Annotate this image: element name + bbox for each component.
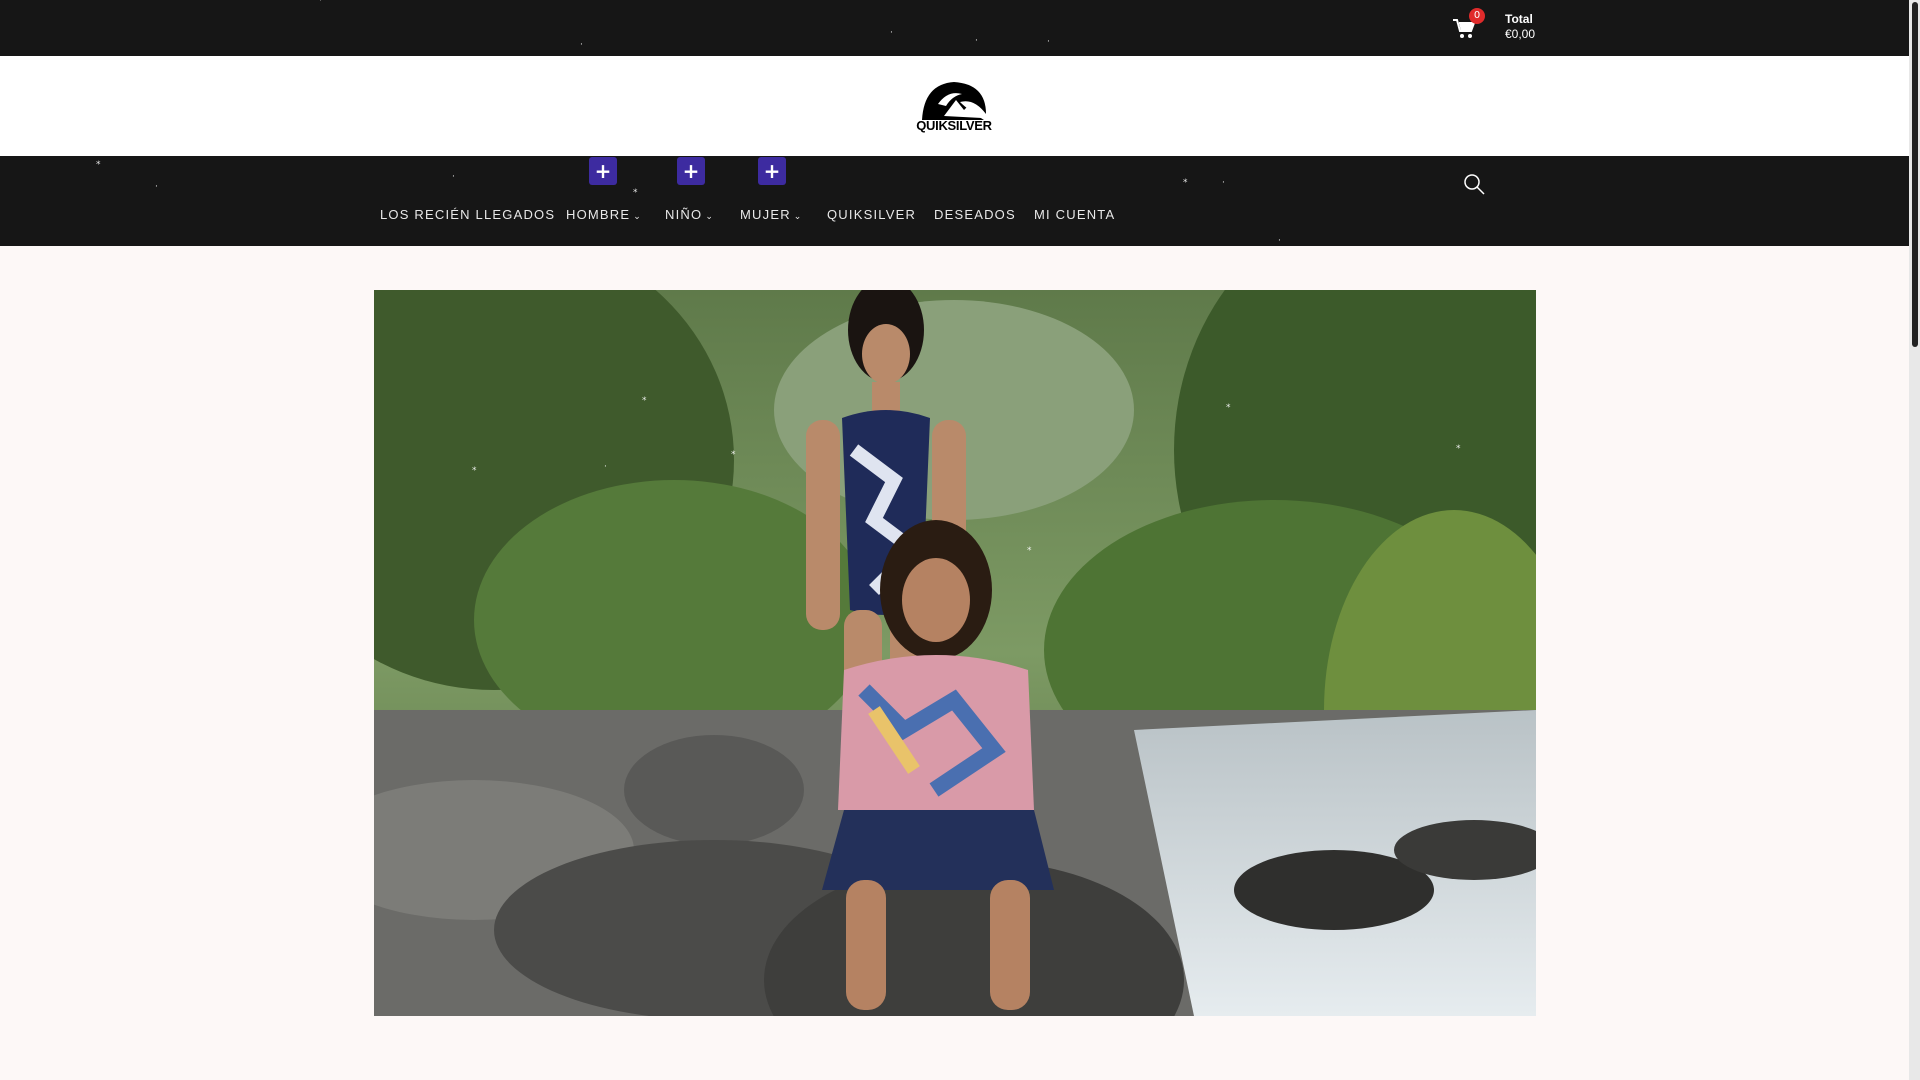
chevron-down-icon: ⌄ [793,211,803,221]
search-icon[interactable] [1462,172,1486,196]
nav-item-deseados[interactable]: DESEADOS [934,207,1016,222]
cart-total-label[interactable]: Total [1505,12,1533,27]
nav-item-recien-llegados[interactable]: LOS RECIÉN LLEGADOS [380,207,555,222]
snow-decoration: · [580,40,583,50]
snow-decoration: · [975,36,978,46]
top-bar [0,0,1909,56]
nav-item-nino[interactable]: NIÑO ⌄ [665,207,714,222]
nav-item-hombre[interactable]: HOMBRE ⌄ [566,207,642,222]
scrollbar-thumb[interactable] [1912,2,1918,347]
logo-wordmark[interactable]: QUIKSILVER [914,118,994,133]
main-navigation [0,156,1909,246]
snow-decoration: * [731,450,736,460]
snow-decoration: · [890,28,893,38]
snow-decoration: · [1047,37,1050,47]
cart-count-badge[interactable]: 0 [1469,8,1485,24]
snow-decoration: * [1183,178,1188,188]
snow-decoration: · [604,462,607,472]
snow-decoration: * [1027,546,1032,556]
nav-item-quiksilver[interactable]: QUIKSILVER [827,207,916,222]
chevron-down-icon: ⌄ [633,211,643,221]
chevron-down-icon: ⌄ [705,211,715,221]
nav-item-mujer[interactable]: MUJER ⌄ [740,207,803,222]
snow-decoration: * [633,188,638,198]
snow-decoration: * [1226,403,1231,413]
snow-decoration: · [1222,178,1225,188]
expand-hombre-button[interactable]: + [589,157,617,185]
nav-item-mi-cuenta[interactable]: MI CUENTA [1034,207,1115,222]
expand-nino-button[interactable]: + [677,157,705,185]
snow-decoration: * [472,466,477,476]
hero-banner-image[interactable] [374,290,1536,1016]
cart-total-value[interactable]: €0,00 [1505,27,1535,42]
snow-decoration: * [96,160,101,170]
snow-decoration: * [318,0,323,6]
snow-decoration: · [155,182,158,192]
snow-decoration: * [642,396,647,406]
snow-decoration: · [452,172,455,182]
snow-decoration: · [1278,236,1281,246]
snow-decoration: * [1456,444,1461,454]
expand-mujer-button[interactable]: + [758,157,786,185]
